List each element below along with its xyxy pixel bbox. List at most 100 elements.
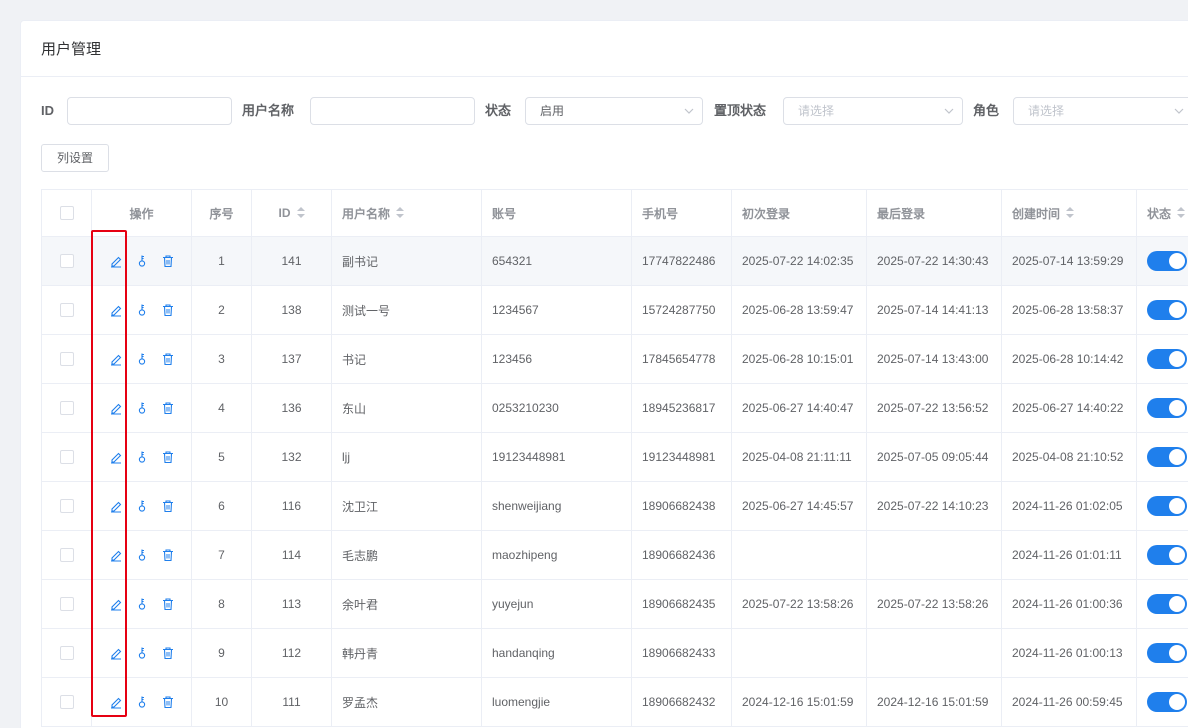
- username-filter-label: 用户名称: [242, 103, 295, 118]
- row-checkbox[interactable]: [59, 401, 74, 415]
- edit-icon[interactable]: [109, 597, 123, 611]
- edit-icon[interactable]: [109, 303, 123, 317]
- column-settings-button[interactable]: 列设置: [41, 144, 109, 172]
- row-username: 书记: [332, 335, 482, 383]
- edit-icon[interactable]: [109, 695, 123, 709]
- delete-icon[interactable]: [161, 695, 175, 709]
- status-toggle[interactable]: [1147, 398, 1187, 418]
- edit-icon[interactable]: [109, 254, 123, 268]
- status-toggle[interactable]: [1147, 349, 1187, 369]
- header-username[interactable]: 用户名称: [332, 190, 482, 236]
- table-row[interactable]: 4 136 东山 0253210230 18945236817 2025-06-27 14…: [42, 384, 1188, 433]
- role-filter-select[interactable]: 请选择: [1013, 97, 1188, 125]
- header-status[interactable]: 状态: [1137, 190, 1188, 236]
- filter-bar: ID 用户名称 状态 启用 置顶状态 请选择 角色 请选择: [21, 97, 1188, 125]
- delete-icon[interactable]: [161, 303, 175, 317]
- delete-icon[interactable]: [161, 597, 175, 611]
- table-row[interactable]: 6 116 沈卫江 shenweijiang 18906682438 2025-06-27…: [42, 482, 1188, 531]
- status-toggle[interactable]: [1147, 496, 1187, 516]
- edit-icon[interactable]: [109, 548, 123, 562]
- edit-icon[interactable]: [109, 401, 123, 415]
- key-icon[interactable]: [135, 646, 149, 660]
- key-icon[interactable]: [135, 450, 149, 464]
- row-checkbox[interactable]: [59, 499, 74, 513]
- key-icon[interactable]: [135, 303, 149, 317]
- row-checkbox[interactable]: [59, 695, 74, 709]
- table-row[interactable]: 10 111 罗孟杰 luomengjie 18906682432 2024-12-16 …: [42, 678, 1188, 727]
- row-last-login: 2025-07-22 14:30:43: [867, 237, 1002, 285]
- row-status: [1137, 678, 1188, 726]
- key-icon[interactable]: [135, 401, 149, 415]
- status-toggle[interactable]: [1147, 643, 1187, 663]
- header-id[interactable]: ID: [252, 190, 332, 236]
- row-checkbox[interactable]: [59, 450, 74, 464]
- key-icon[interactable]: [135, 695, 149, 709]
- row-checkbox[interactable]: [59, 254, 74, 268]
- row-checkbox[interactable]: [59, 646, 74, 660]
- delete-icon[interactable]: [161, 401, 175, 415]
- row-actions: [92, 286, 192, 334]
- table-row[interactable]: 8 113 余叶君 yuyejun 18906682435 2025-07-22 13:5…: [42, 580, 1188, 629]
- key-icon[interactable]: [135, 597, 149, 611]
- row-last-login: 2025-07-22 14:10:23: [867, 482, 1002, 530]
- table-row[interactable]: 9 112 韩丹青 handanqing 18906682433 2024-11-26 0…: [42, 629, 1188, 678]
- row-last-login: 2025-07-05 09:05:44: [867, 433, 1002, 481]
- status-toggle[interactable]: [1147, 594, 1187, 614]
- row-checkbox[interactable]: [59, 303, 74, 317]
- row-id: 111: [252, 678, 332, 726]
- header-last-login: 最后登录: [867, 190, 1002, 236]
- row-created: 2025-07-14 13:59:29: [1002, 237, 1137, 285]
- delete-icon[interactable]: [161, 254, 175, 268]
- header-username-label: 用户名称: [342, 206, 391, 221]
- key-icon[interactable]: [135, 254, 149, 268]
- row-checkbox[interactable]: [59, 597, 74, 611]
- status-filter-select[interactable]: 启用: [525, 97, 703, 125]
- table-row[interactable]: 3 137 书记 123456 17845654778 2025-06-28 10:15:…: [42, 335, 1188, 384]
- row-index: 9: [192, 629, 252, 677]
- table-row[interactable]: 7 114 毛志鹏 maozhipeng 18906682436 2024-11-26 0…: [42, 531, 1188, 580]
- row-checkbox[interactable]: [59, 548, 74, 562]
- row-account: 1234567: [482, 286, 632, 334]
- delete-icon[interactable]: [161, 548, 175, 562]
- row-account: 0253210230: [482, 384, 632, 432]
- edit-icon[interactable]: [109, 499, 123, 513]
- table-row[interactable]: 2 138 测试一号 1234567 15724287750 2025-06-28 13:…: [42, 286, 1188, 335]
- status-toggle[interactable]: [1147, 251, 1187, 271]
- delete-icon[interactable]: [161, 352, 175, 366]
- table-row[interactable]: 1 141 副书记 654321 17747822486 2025-07-22 14:02…: [42, 237, 1188, 286]
- row-id: 116: [252, 482, 332, 530]
- key-icon[interactable]: [135, 548, 149, 562]
- key-icon[interactable]: [135, 499, 149, 513]
- row-first-login: [732, 531, 867, 579]
- sort-icon: [1066, 207, 1075, 219]
- row-checkbox[interactable]: [59, 352, 74, 366]
- row-select-cell: [42, 580, 92, 628]
- chevron-down-icon: [1174, 107, 1184, 115]
- user-management-card: 用户管理 ID 用户名称 状态 启用 置顶状态 请选择 角色 请选择 列设置 操…: [20, 20, 1188, 728]
- delete-icon[interactable]: [161, 450, 175, 464]
- row-username: 副书记: [332, 237, 482, 285]
- header-created[interactable]: 创建时间: [1002, 190, 1137, 236]
- id-filter-label: ID: [41, 103, 54, 118]
- delete-icon[interactable]: [161, 646, 175, 660]
- row-actions: [92, 678, 192, 726]
- table-row[interactable]: 5 132 ljj 19123448981 19123448981 2025-04-08 …: [42, 433, 1188, 482]
- row-select-cell: [42, 335, 92, 383]
- delete-icon[interactable]: [161, 499, 175, 513]
- status-toggle[interactable]: [1147, 545, 1187, 565]
- row-created: 2025-06-28 10:14:42: [1002, 335, 1137, 383]
- row-last-login: 2025-07-14 13:43:00: [867, 335, 1002, 383]
- status-toggle[interactable]: [1147, 692, 1187, 712]
- status-filter-value: 启用: [540, 104, 565, 118]
- key-icon[interactable]: [135, 352, 149, 366]
- edit-icon[interactable]: [109, 352, 123, 366]
- status-toggle[interactable]: [1147, 447, 1187, 467]
- status-toggle[interactable]: [1147, 300, 1187, 320]
- id-filter-input[interactable]: [67, 97, 232, 125]
- edit-icon[interactable]: [109, 646, 123, 660]
- edit-icon[interactable]: [109, 450, 123, 464]
- pin-filter-select[interactable]: 请选择: [783, 97, 963, 125]
- row-id: 113: [252, 580, 332, 628]
- select-all-checkbox[interactable]: [59, 206, 74, 220]
- username-filter-input[interactable]: [310, 97, 475, 125]
